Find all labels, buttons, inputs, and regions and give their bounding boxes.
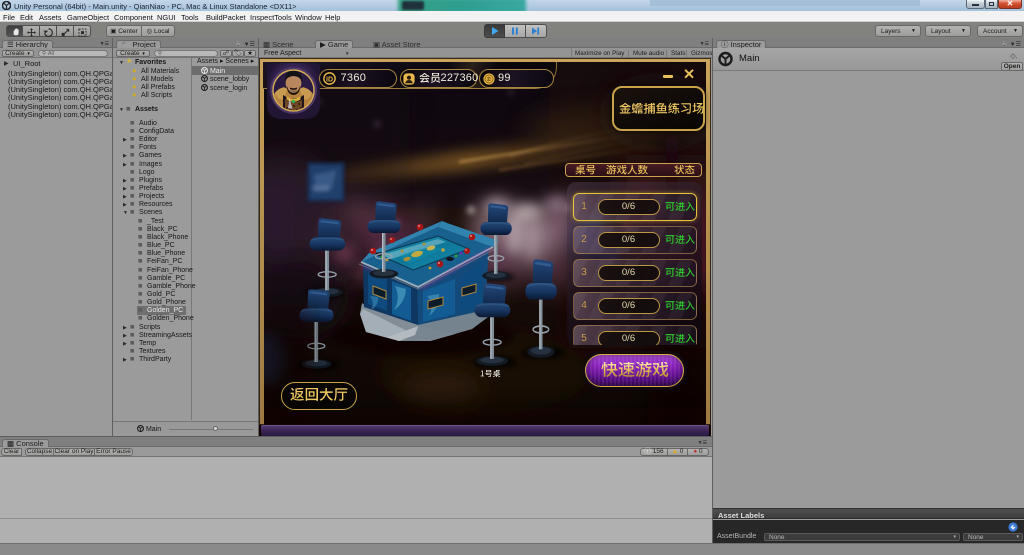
svg-text:ID: ID <box>326 76 333 83</box>
